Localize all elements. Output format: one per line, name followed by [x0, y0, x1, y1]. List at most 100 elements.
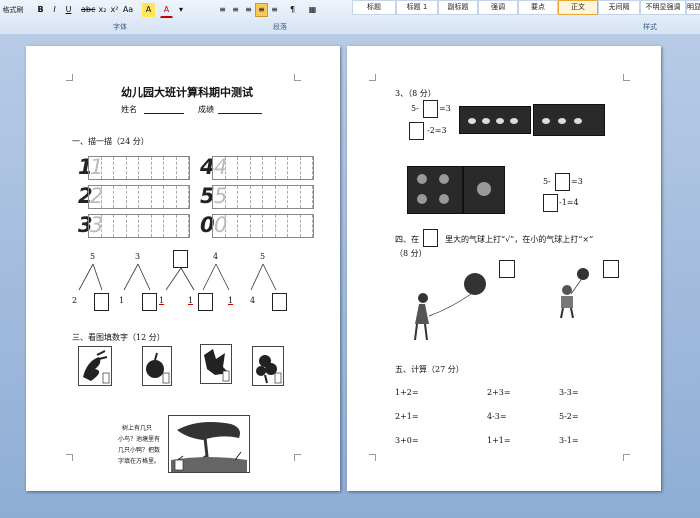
underline-button[interactable]: U — [62, 3, 75, 17]
section4-score: （8 分） — [395, 249, 427, 258]
align-center-button[interactable]: ≡ — [229, 3, 242, 17]
ribbon: 格式刷 字体 段落 样式 B I U abc x₂ x² Aa A A ▾ ≡ … — [0, 0, 700, 35]
answer-box[interactable] — [142, 293, 157, 311]
margin-mark — [66, 454, 73, 461]
ghost-digit: 0 — [214, 213, 228, 237]
decomp-top: 5 — [90, 252, 96, 261]
answer-box[interactable] — [543, 194, 558, 212]
style-title[interactable]: 标题 — [352, 0, 396, 15]
note-line: 几只小鸭？把数 — [118, 447, 161, 454]
decomp-right: 1 — [188, 296, 194, 305]
answer-box[interactable] — [409, 122, 424, 140]
style-emphasis[interactable]: 强调 — [478, 0, 518, 15]
answer-box[interactable] — [555, 173, 570, 191]
bold-button[interactable]: B — [34, 3, 47, 17]
small-balloon-boy-image — [560, 268, 589, 319]
equation-1-start: 5- — [411, 104, 419, 113]
leaves-image — [204, 349, 230, 382]
decomp-top: 5 — [260, 252, 266, 261]
calc-item: 2+3= — [487, 388, 511, 397]
decomp-left: 4 — [250, 296, 256, 305]
margin-mark — [623, 74, 630, 81]
animals-row-picture — [459, 106, 531, 134]
equation-4: -1=4 — [559, 198, 579, 207]
ghost-digit: 1 — [90, 155, 104, 179]
monkeys-picture — [463, 166, 505, 214]
note-line: 树上有几只 — [122, 425, 153, 432]
style-key[interactable]: 要点 — [518, 0, 558, 15]
margin-mark — [294, 454, 301, 461]
score-label: 成绩 — [198, 105, 214, 114]
animals-row-picture — [533, 104, 605, 136]
answer-box[interactable] — [198, 293, 213, 311]
format-painter-button[interactable]: 格式刷 — [0, 3, 26, 17]
small-animals-image — [468, 118, 518, 124]
answer-box[interactable] — [423, 100, 438, 118]
style-subtle-emphasis[interactable]: 不明显强调 — [640, 0, 686, 15]
section5-heading: 五、计算（27 分） — [395, 365, 464, 374]
styles-group-label: 样式 — [643, 23, 657, 31]
margin-mark — [294, 74, 301, 81]
italic-button[interactable]: I — [48, 3, 61, 17]
page-1: 幼儿园大班计算科期中测试 姓名 成绩 一、描一描（24 分） 1 1 4 4 2… — [26, 46, 340, 491]
change-case-button[interactable]: Aa — [120, 3, 136, 17]
calc-item: 4-3= — [487, 412, 507, 421]
calc-item: 3-1= — [559, 436, 579, 445]
calc-item: 3+0= — [395, 436, 419, 445]
picture-card — [78, 346, 112, 386]
line-spacing-button[interactable]: ¶ — [286, 3, 299, 17]
margin-mark — [623, 454, 630, 461]
answer-box[interactable] — [272, 293, 287, 311]
a-button[interactable]: ▾ — [176, 3, 186, 17]
big-balloon-girl-image — [414, 273, 486, 341]
ghost-digit: 2 — [90, 184, 104, 208]
picture-card — [200, 344, 232, 384]
answer-box[interactable] — [173, 250, 188, 268]
align-left-button[interactable]: ≡ — [216, 3, 229, 17]
margin-mark — [369, 74, 376, 81]
ghost-digit: 3 — [90, 213, 104, 237]
style-normal-active[interactable]: 正文 — [558, 0, 598, 15]
margin-mark — [369, 454, 376, 461]
section3-heading: 三、看图填数字（12 分） — [72, 333, 165, 342]
picture-card — [142, 346, 172, 386]
name-label: 姓名 — [121, 105, 137, 114]
monkey-image — [417, 174, 449, 204]
picture-card — [252, 346, 284, 386]
ghost-digit: 5 — [214, 184, 228, 208]
strikethrough-button[interactable]: abc — [80, 3, 96, 17]
decomp-top: 4 — [213, 252, 219, 261]
small-animals-image — [542, 118, 582, 124]
highlight-button[interactable]: A — [142, 3, 155, 17]
decomp-left: 1 — [119, 296, 125, 305]
tree-pond-image — [171, 422, 247, 472]
equation-1-end: =3 — [439, 104, 451, 113]
calc-item: 2+1= — [395, 412, 419, 421]
section1-heading: 一、描一描（24 分） — [72, 137, 149, 146]
equation-3-start: 5- — [543, 177, 551, 186]
section4-heading-start: 四、在 — [395, 235, 419, 244]
style-no-spacing[interactable]: 无间隔 — [598, 0, 640, 15]
decomp-left: 1 — [159, 296, 165, 305]
decomp-top: 3 — [135, 252, 141, 261]
font-color-button[interactable]: A — [160, 3, 173, 18]
calc-item: 1+1= — [487, 436, 511, 445]
page-2: 3、（8 分） 5- =3 -2=3 5- =3 -1=4 四、在 里大的气球上… — [347, 46, 661, 491]
name-underline — [144, 113, 184, 114]
style-subtitle[interactable]: 副标题 — [438, 0, 478, 15]
justify-button[interactable]: ≡ — [255, 3, 268, 17]
score-underline — [218, 113, 262, 114]
note-line: 字填在方格里。 — [118, 458, 161, 465]
paragraph-group-label: 段落 — [273, 23, 287, 31]
distribute-button[interactable]: ≡ — [268, 3, 281, 17]
decomp-left: 2 — [72, 296, 78, 305]
font-group-label: 字体 — [113, 23, 127, 31]
calc-item: 5-2= — [559, 412, 579, 421]
align-right-button[interactable]: ≡ — [242, 3, 255, 17]
flower-image — [256, 355, 282, 384]
style-intense[interactable]: 明显 — [686, 0, 700, 15]
style-heading1[interactable]: 标题 1 — [396, 0, 438, 15]
answer-box[interactable] — [94, 293, 109, 311]
shading-button[interactable]: ▦ — [306, 3, 319, 17]
answer-box[interactable] — [423, 229, 438, 247]
